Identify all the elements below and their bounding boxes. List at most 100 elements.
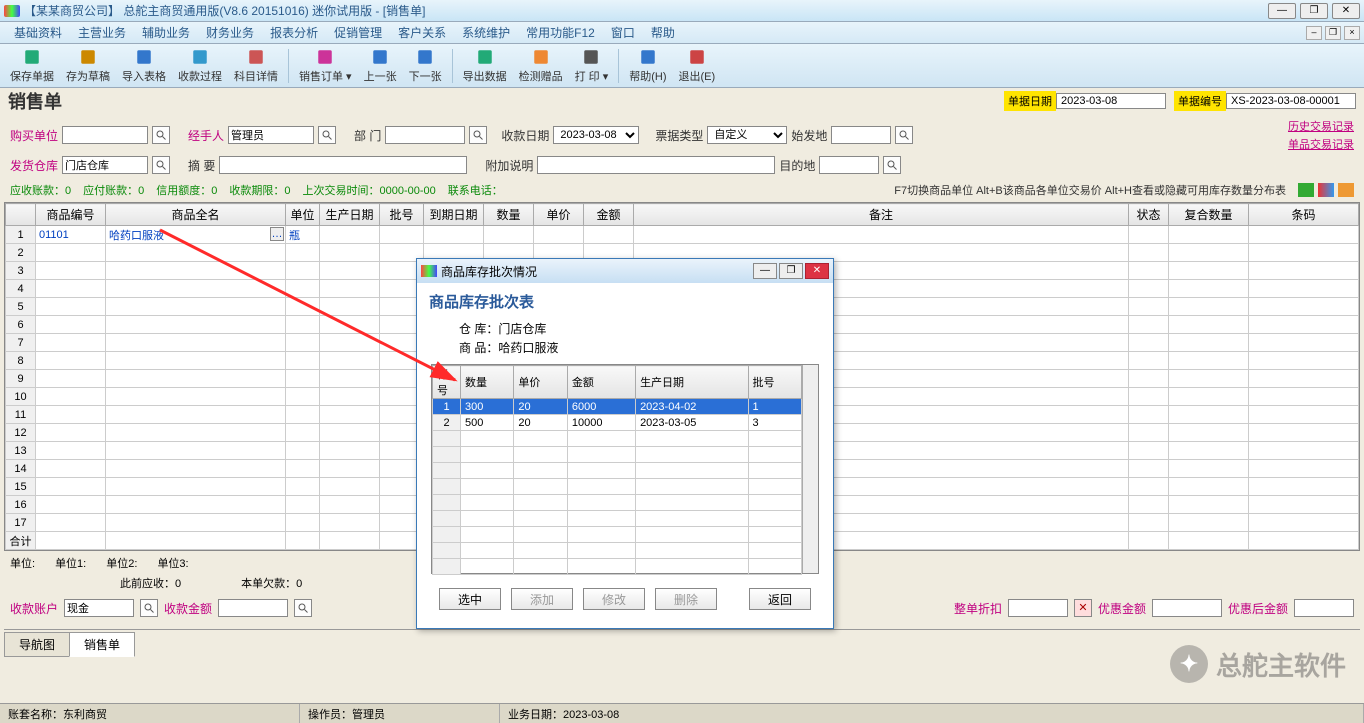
cell[interactable]: [1129, 370, 1169, 388]
dlg-col[interactable]: 金额: [567, 366, 635, 399]
cell[interactable]: [320, 514, 380, 532]
cell[interactable]: [36, 514, 106, 532]
row-number[interactable]: 5: [6, 298, 36, 316]
history-link[interactable]: 历史交易记录: [1288, 118, 1354, 134]
dlg-col[interactable]: 批号: [748, 366, 801, 399]
cell[interactable]: [36, 262, 106, 280]
cell[interactable]: [1129, 424, 1169, 442]
cell[interactable]: [36, 424, 106, 442]
cell[interactable]: [320, 478, 380, 496]
cell[interactable]: [1249, 298, 1359, 316]
cell[interactable]: [286, 442, 320, 460]
col-header[interactable]: 数量: [484, 204, 534, 226]
row-number[interactable]: 6: [6, 316, 36, 334]
cell[interactable]: [1249, 442, 1359, 460]
cell[interactable]: [106, 478, 286, 496]
tip-icon[interactable]: [1318, 183, 1334, 197]
cell[interactable]: [1249, 262, 1359, 280]
toolbar-exit[interactable]: 退出(E): [673, 45, 722, 86]
cell[interactable]: [1249, 226, 1359, 244]
cell[interactable]: [1169, 244, 1249, 262]
toolbar-detail[interactable]: 科目详情: [228, 45, 284, 86]
summary-input[interactable]: [219, 156, 467, 174]
cell[interactable]: [286, 388, 320, 406]
cell[interactable]: [36, 460, 106, 478]
after-input[interactable]: [1294, 599, 1354, 617]
ellipsis-button[interactable]: …: [270, 227, 284, 241]
cell[interactable]: [320, 226, 380, 244]
cell[interactable]: [286, 496, 320, 514]
dlg-cell[interactable]: 1: [748, 399, 801, 415]
menu-item[interactable]: 窗口: [603, 22, 643, 43]
cell[interactable]: [1129, 460, 1169, 478]
col-header[interactable]: 到期日期: [424, 204, 484, 226]
cell[interactable]: [584, 226, 634, 244]
cell[interactable]: [1129, 244, 1169, 262]
cell[interactable]: [36, 388, 106, 406]
cell[interactable]: [380, 226, 424, 244]
col-header[interactable]: 金额: [584, 204, 634, 226]
cell[interactable]: [36, 478, 106, 496]
cell[interactable]: [286, 244, 320, 262]
cell[interactable]: 瓶: [286, 226, 320, 244]
origin-input[interactable]: [831, 126, 891, 144]
cell[interactable]: [286, 352, 320, 370]
cell[interactable]: [1129, 406, 1169, 424]
cell[interactable]: [1169, 370, 1249, 388]
col-header[interactable]: 生产日期: [320, 204, 380, 226]
cell[interactable]: [106, 244, 286, 262]
cell[interactable]: [1169, 316, 1249, 334]
cell[interactable]: [36, 442, 106, 460]
cell[interactable]: [1129, 334, 1169, 352]
col-header[interactable]: 批号: [380, 204, 424, 226]
cell[interactable]: [286, 514, 320, 532]
cell[interactable]: [106, 316, 286, 334]
cell[interactable]: [320, 280, 380, 298]
menu-item[interactable]: 促销管理: [326, 22, 390, 43]
cell[interactable]: [286, 406, 320, 424]
col-header[interactable]: [6, 204, 36, 226]
cell[interactable]: [106, 442, 286, 460]
toolbar-prev[interactable]: 上一张: [358, 45, 403, 86]
dlg-cell[interactable]: 6000: [567, 399, 635, 415]
cell[interactable]: [1249, 424, 1359, 442]
cell[interactable]: [106, 370, 286, 388]
cell[interactable]: [1249, 316, 1359, 334]
cell[interactable]: [1169, 496, 1249, 514]
cell[interactable]: [1169, 406, 1249, 424]
cell[interactable]: 01101: [36, 226, 106, 244]
cell[interactable]: [36, 352, 106, 370]
cell[interactable]: [1129, 352, 1169, 370]
toolbar-next[interactable]: 下一张: [403, 45, 448, 86]
cell[interactable]: [1249, 460, 1359, 478]
cell[interactable]: [1169, 388, 1249, 406]
buyer-search-icon[interactable]: [152, 126, 170, 144]
cell[interactable]: [1169, 280, 1249, 298]
cell[interactable]: [106, 352, 286, 370]
cell[interactable]: [320, 496, 380, 514]
single-link[interactable]: 单品交易记录: [1288, 136, 1354, 152]
cell[interactable]: [286, 460, 320, 478]
cell[interactable]: [106, 424, 286, 442]
cell[interactable]: [1169, 226, 1249, 244]
cell[interactable]: [286, 478, 320, 496]
dest-search-icon[interactable]: [883, 156, 901, 174]
cell[interactable]: [320, 460, 380, 478]
row-number[interactable]: 16: [6, 496, 36, 514]
cell[interactable]: [320, 424, 380, 442]
cell[interactable]: [286, 424, 320, 442]
row-number[interactable]: 15: [6, 478, 36, 496]
dlg-cell[interactable]: 500: [461, 415, 514, 431]
cell[interactable]: [1249, 334, 1359, 352]
cell[interactable]: [36, 406, 106, 424]
cell[interactable]: [286, 370, 320, 388]
col-header[interactable]: 备注: [634, 204, 1129, 226]
cell[interactable]: [1249, 496, 1359, 514]
row-number[interactable]: 2: [6, 244, 36, 262]
toolbar-recv[interactable]: 收款过程: [172, 45, 228, 86]
cell[interactable]: [1169, 298, 1249, 316]
cell[interactable]: [36, 280, 106, 298]
menu-item[interactable]: 报表分析: [262, 22, 326, 43]
menu-item[interactable]: 财务业务: [198, 22, 262, 43]
dlg-col[interactable]: 数量: [461, 366, 514, 399]
